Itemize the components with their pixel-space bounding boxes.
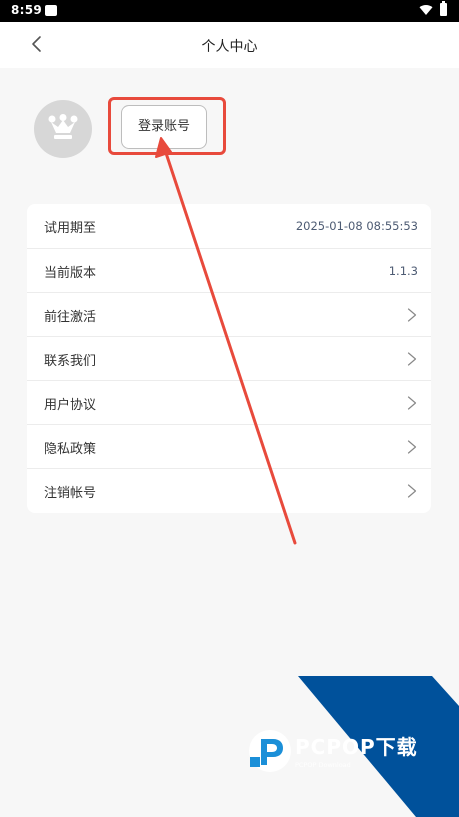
pcpop-logo-icon: PCPOP下载 PCPOP Download — [249, 730, 418, 772]
svg-text:PCPOP下载: PCPOP下载 — [295, 735, 418, 759]
svg-text:PCPOP Download: PCPOP Download — [295, 761, 351, 769]
